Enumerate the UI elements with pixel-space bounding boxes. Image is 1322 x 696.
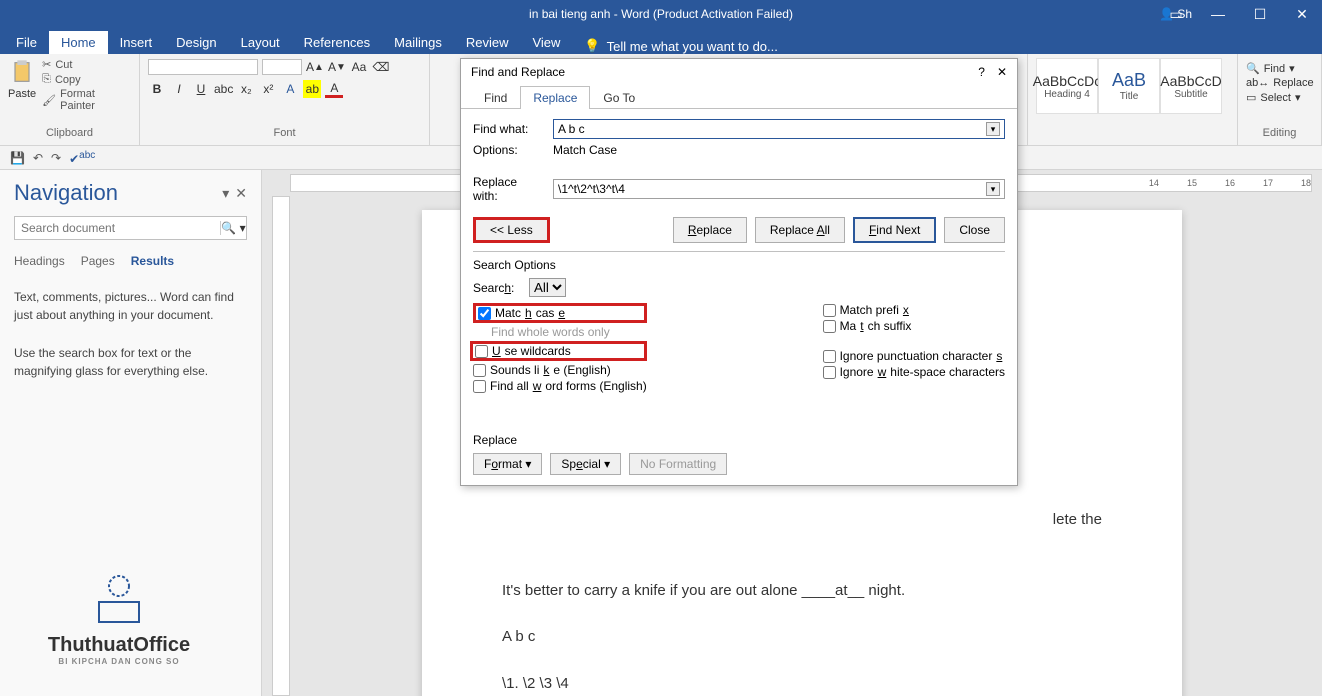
- dlg-tab-find[interactable]: Find: [471, 86, 520, 109]
- tell-me[interactable]: 💡 Tell me what you want to do...: [584, 38, 777, 54]
- replace-all-btn[interactable]: Replace All: [755, 217, 845, 243]
- font-size-combo[interactable]: [262, 59, 302, 75]
- subscript-icon[interactable]: x₂: [237, 80, 255, 98]
- highlight-icon[interactable]: ab: [303, 80, 321, 98]
- ignore-punct-checkbox[interactable]: Ignore punctuation characters: [823, 349, 1005, 363]
- find-what-input[interactable]: A b c▾: [553, 119, 1005, 139]
- help-icon[interactable]: ?: [978, 65, 985, 79]
- find-what-label: Find what:: [473, 122, 545, 136]
- tab-design[interactable]: Design: [164, 31, 228, 54]
- style-subtitle[interactable]: AaBbCcDSubtitle: [1160, 58, 1222, 114]
- search-label: Search:: [473, 281, 521, 295]
- replace-btn[interactable]: Replace: [673, 217, 747, 243]
- italic-icon[interactable]: I: [170, 80, 188, 98]
- ribbon-options-icon[interactable]: ▭: [1156, 6, 1196, 23]
- match-suffix-checkbox[interactable]: Match suffix: [823, 319, 1005, 333]
- nav-help-1: Text, comments, pictures... Word can fin…: [14, 288, 247, 324]
- search-icon[interactable]: 🔍 ▾: [220, 221, 246, 235]
- nav-dropdown-icon[interactable]: ▾: [222, 185, 229, 202]
- copy-button[interactable]: ⎘ Copy: [42, 73, 131, 86]
- no-formatting-button: No Formatting: [629, 453, 727, 475]
- nav-close-icon[interactable]: ✕: [235, 185, 247, 202]
- tab-layout[interactable]: Layout: [229, 31, 292, 54]
- tab-home[interactable]: Home: [49, 31, 108, 54]
- find-next-btn[interactable]: Find Next: [853, 217, 936, 243]
- redo-icon[interactable]: ↷: [51, 151, 61, 165]
- clear-format-icon[interactable]: ⌫: [372, 58, 390, 76]
- change-case-icon[interactable]: Aa: [350, 58, 368, 76]
- undo-icon[interactable]: ↶: [33, 151, 43, 165]
- options-value: Match Case: [553, 143, 617, 157]
- decrease-font-icon[interactable]: A▼: [328, 58, 346, 76]
- tab-view[interactable]: View: [520, 31, 572, 54]
- spelling-icon[interactable]: ✔abc: [69, 150, 95, 166]
- tab-references[interactable]: References: [292, 31, 382, 54]
- dialog-close-icon[interactable]: ✕: [997, 65, 1007, 79]
- format-painter-button[interactable]: 🖌 Format Painter: [42, 88, 131, 112]
- chevron-down-icon[interactable]: ▾: [986, 122, 1000, 136]
- text-effects-icon[interactable]: A: [281, 80, 299, 98]
- close-btn[interactable]: Close: [944, 217, 1005, 243]
- word-forms-checkbox[interactable]: Find all word forms (English): [473, 379, 647, 393]
- style-heading4[interactable]: AaBbCcDcHeading 4: [1036, 58, 1098, 114]
- underline-icon[interactable]: U: [192, 80, 210, 98]
- tab-review[interactable]: Review: [454, 31, 521, 54]
- match-case-checkbox[interactable]: Match case: [473, 303, 647, 323]
- chevron-down-icon[interactable]: ▾: [986, 182, 1000, 196]
- replace-button[interactable]: ab↔ Replace: [1246, 77, 1313, 89]
- dlg-tab-goto[interactable]: Go To: [590, 86, 648, 109]
- nav-help-2: Use the search box for text or the magni…: [14, 344, 247, 380]
- whole-words-checkbox: Find whole words only: [473, 325, 647, 339]
- dialog-title: Find and Replace: [471, 65, 565, 79]
- find-button[interactable]: 🔍 Find ▾: [1246, 62, 1313, 75]
- find-replace-dialog: Find and Replace ? ✕ Find Replace Go To …: [460, 58, 1018, 486]
- sounds-like-checkbox[interactable]: Sounds like (English): [473, 363, 647, 377]
- strike-icon[interactable]: abc: [214, 80, 233, 98]
- tab-file[interactable]: File: [4, 31, 49, 54]
- format-button[interactable]: Format ▾: [473, 453, 542, 475]
- dlg-tab-replace[interactable]: Replace: [520, 86, 590, 109]
- nav-search[interactable]: 🔍 ▾: [14, 216, 247, 240]
- nav-tab-pages[interactable]: Pages: [81, 254, 115, 268]
- search-options-label: Search Options: [473, 251, 1005, 272]
- window-title: in bai tieng anh - Word (Product Activat…: [529, 7, 793, 21]
- tab-insert[interactable]: Insert: [108, 31, 165, 54]
- title-bar: in bai tieng anh - Word (Product Activat…: [0, 0, 1322, 28]
- wildcards-checkbox[interactable]: Use wildcards: [470, 341, 647, 361]
- replace-with-input[interactable]: \1^t\2^t\3^t\4▾: [553, 179, 1005, 199]
- save-icon[interactable]: 💾: [10, 151, 25, 165]
- watermark-logo: ThuthuatOffice BI KIPCHA DAN CONG SO: [14, 568, 224, 666]
- nav-tab-headings[interactable]: Headings: [14, 254, 65, 268]
- minimize-icon[interactable]: —: [1198, 6, 1238, 22]
- font-group-label: Font: [148, 125, 421, 141]
- bold-icon[interactable]: B: [148, 80, 166, 98]
- select-button[interactable]: ▭ Select ▾: [1246, 91, 1313, 104]
- tab-mailings[interactable]: Mailings: [382, 31, 454, 54]
- search-input[interactable]: [15, 217, 220, 239]
- font-name-combo[interactable]: [148, 59, 258, 75]
- style-title[interactable]: AaBTitle: [1098, 58, 1160, 114]
- special-button[interactable]: Special ▾: [550, 453, 621, 475]
- options-label: Options:: [473, 143, 545, 157]
- ignore-whitespace-checkbox[interactable]: Ignore white-space characters: [823, 365, 1005, 379]
- increase-font-icon[interactable]: A▲: [306, 58, 324, 76]
- close-icon[interactable]: ✕: [1282, 6, 1322, 23]
- clipboard-label: Clipboard: [8, 125, 131, 141]
- editing-label: Editing: [1246, 125, 1313, 141]
- replace-section-label: Replace: [473, 433, 1005, 447]
- ribbon-tabs: File Home Insert Design Layout Reference…: [0, 28, 1322, 54]
- match-prefix-checkbox[interactable]: Match prefix: [823, 303, 1005, 317]
- less-button[interactable]: << Less: [473, 217, 550, 243]
- maximize-icon[interactable]: ☐: [1240, 6, 1280, 23]
- search-direction[interactable]: All: [529, 278, 566, 297]
- vertical-ruler[interactable]: [272, 196, 290, 696]
- nav-tab-results[interactable]: Results: [131, 254, 174, 268]
- nav-title: Navigation: [14, 180, 118, 206]
- replace-with-label: Replace with:: [473, 175, 545, 203]
- superscript-icon[interactable]: x²: [259, 80, 277, 98]
- cut-button[interactable]: ✂ Cut: [42, 58, 131, 71]
- paste-button[interactable]: Paste: [8, 58, 36, 112]
- font-color-icon[interactable]: A: [325, 80, 343, 98]
